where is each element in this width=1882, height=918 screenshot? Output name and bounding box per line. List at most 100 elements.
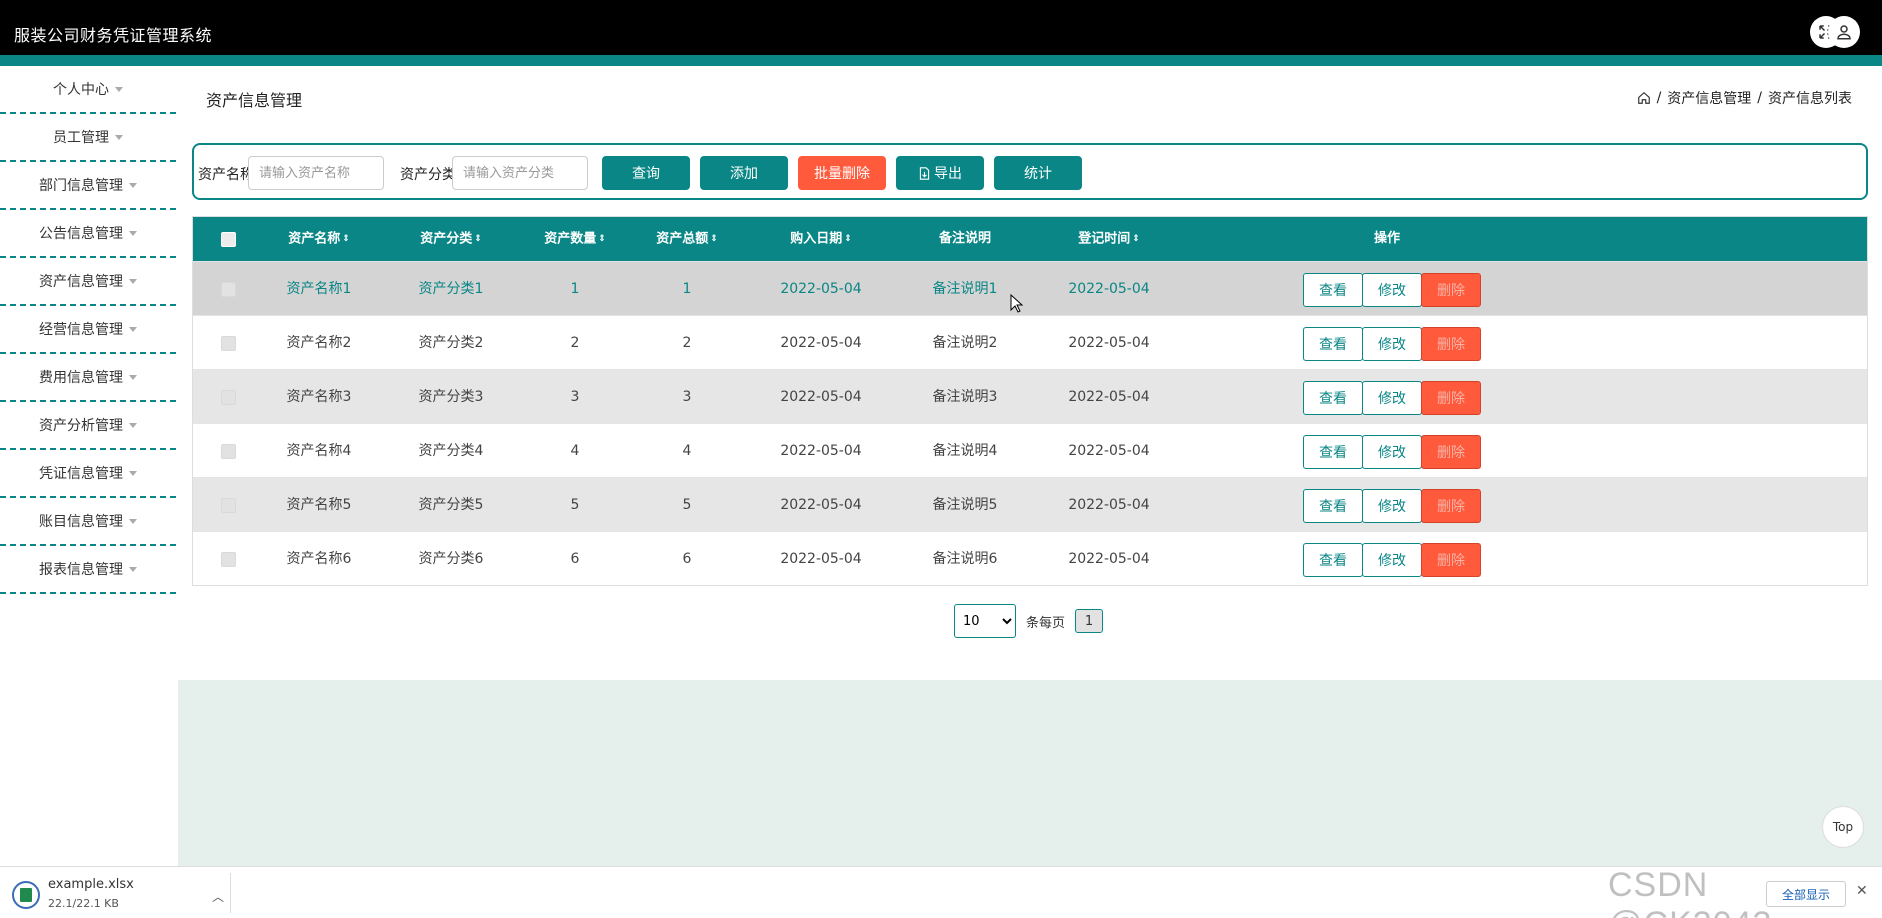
page-title: 资产信息管理 (206, 91, 303, 110)
sort-icon[interactable]: ⇕ (342, 217, 350, 261)
download-item[interactable]: example.xlsx 22.1/22.1 KB ︿ (12, 875, 230, 913)
sidebar-item[interactable]: 账目信息管理 (0, 498, 176, 546)
column-header[interactable]: 资产数量 ⇕ (515, 217, 635, 261)
table-cell: 2022-05-04 (1068, 281, 1150, 297)
download-file-name: example.xlsx (48, 877, 134, 892)
edit-button[interactable]: 修改 (1362, 435, 1422, 469)
column-header[interactable]: 资产总额 ⇕ (627, 217, 747, 261)
batch-delete-button[interactable]: 批量删除 (798, 156, 886, 190)
sidebar-item[interactable]: 资产分析管理 (0, 402, 176, 450)
table-cell: 资产分类2 (418, 335, 484, 351)
view-button[interactable]: 查看 (1303, 489, 1363, 523)
table-header: 资产名称 ⇕ 资产分类 ⇕ 资产数量 ⇕ 资产总额 ⇕ 购入日期 ⇕ 备注说明 登记时间 ⇕ 操作 (193, 217, 1867, 261)
app-title: 服装公司财务凭证管理系统 (14, 26, 213, 45)
view-button[interactable]: 查看 (1303, 435, 1363, 469)
sidebar-item-label: 凭证信息管理 (39, 466, 123, 482)
table-row: 资产名称5 资产分类5 5 5 2022-05-04 备注说明5 2022-05-04 查看修… (193, 477, 1867, 531)
mouse-cursor-icon (1010, 294, 1024, 313)
table-cell: 资产分类3 (418, 389, 484, 405)
table-cell: 资产分类6 (418, 551, 484, 567)
download-file-size: 22.1/22.1 KB (48, 897, 119, 910)
watermark: CSDN @CK3043 (1608, 866, 1771, 918)
batch-delete-button-label: 批量删除 (814, 166, 870, 182)
delete-button[interactable]: 删除 (1421, 543, 1481, 577)
table-cell: 2022-05-04 (1068, 497, 1150, 513)
asset-name-input[interactable] (248, 156, 384, 190)
sort-icon[interactable]: ⇕ (474, 217, 482, 261)
sidebar-item[interactable]: 个人中心 (0, 66, 176, 114)
sidebar-item[interactable]: 资产信息管理 (0, 258, 176, 306)
row-checkbox[interactable] (221, 282, 236, 297)
sort-icon[interactable]: ⇕ (844, 217, 852, 261)
delete-button[interactable]: 删除 (1421, 327, 1481, 361)
view-button[interactable]: 查看 (1303, 381, 1363, 415)
table-cell: 备注说明4 (932, 443, 998, 459)
row-checkbox[interactable] (221, 552, 236, 567)
view-button[interactable]: 查看 (1303, 273, 1363, 307)
per-page-label: 条每页 (1026, 615, 1066, 631)
table-cell: 2022-05-04 (780, 281, 862, 297)
export-button[interactable]: 导出 (896, 156, 984, 190)
home-icon[interactable] (1637, 91, 1651, 105)
sidebar-item[interactable]: 经营信息管理 (0, 306, 176, 354)
edit-button[interactable]: 修改 (1362, 489, 1422, 523)
table-cell: 资产分类5 (418, 497, 484, 513)
chevron-up-icon[interactable]: ︿ (212, 888, 224, 905)
stats-button[interactable]: 统计 (994, 156, 1082, 190)
row-checkbox[interactable] (221, 390, 236, 405)
edit-button[interactable]: 修改 (1362, 381, 1422, 415)
user-icon (1837, 25, 1851, 40)
asset-table: 资产名称 ⇕ 资产分类 ⇕ 资产数量 ⇕ 资产总额 ⇕ 购入日期 ⇕ 备注说明 登记时间 ⇕ 操作 资产名… (192, 216, 1868, 586)
asset-name-label: 资产名称 (198, 167, 254, 183)
view-button[interactable]: 查看 (1303, 543, 1363, 577)
back-to-top-button[interactable]: Top (1822, 806, 1864, 848)
column-header[interactable]: 资产分类 ⇕ (391, 217, 511, 261)
sidebar-item-label: 费用信息管理 (39, 370, 123, 386)
add-button[interactable]: 添加 (700, 156, 788, 190)
column-header-label: 资产总额 (656, 231, 709, 247)
delete-button[interactable]: 删除 (1421, 381, 1481, 415)
page-button[interactable]: 1 (1075, 609, 1104, 633)
table-cell: 2022-05-04 (780, 497, 862, 513)
table-cell: 2 (682, 335, 692, 351)
sidebar-item-label: 部门信息管理 (39, 178, 123, 194)
sort-icon[interactable]: ⇕ (598, 217, 606, 261)
downloads-bar: example.xlsx 22.1/22.1 KB ︿ 全部显示 ✕ (0, 866, 1882, 918)
view-button[interactable]: 查看 (1303, 327, 1363, 361)
sidebar-item[interactable]: 公告信息管理 (0, 210, 176, 258)
sidebar-item[interactable]: 费用信息管理 (0, 354, 176, 402)
sort-icon[interactable]: ⇕ (710, 217, 718, 261)
sidebar-item[interactable]: 员工管理 (0, 114, 176, 162)
sidebar-item[interactable]: 报表信息管理 (0, 546, 176, 594)
column-header[interactable]: 购入日期 ⇕ (761, 217, 881, 261)
row-checkbox[interactable] (221, 498, 236, 513)
table-cell: 备注说明6 (932, 551, 998, 567)
table-cell: 资产名称2 (286, 335, 352, 351)
page-size-select[interactable]: 10 (954, 604, 1016, 638)
delete-button[interactable]: 删除 (1421, 489, 1481, 523)
row-checkbox[interactable] (221, 444, 236, 459)
sidebar-item[interactable]: 部门信息管理 (0, 162, 176, 210)
sidebar-item[interactable]: 凭证信息管理 (0, 450, 176, 498)
add-button-label: 添加 (730, 166, 758, 182)
column-header[interactable]: 登记时间 ⇕ (1049, 217, 1169, 261)
table-cell: 4 (682, 443, 692, 459)
edit-button[interactable]: 修改 (1362, 273, 1422, 307)
user-button[interactable] (1828, 16, 1860, 48)
edit-button[interactable]: 修改 (1362, 543, 1422, 577)
caret-down-icon (129, 183, 137, 188)
delete-button[interactable]: 删除 (1421, 273, 1481, 307)
delete-button[interactable]: 删除 (1421, 435, 1481, 469)
breadcrumb-item-asset-management[interactable]: 资产信息管理 (1667, 88, 1751, 108)
row-checkbox[interactable] (221, 336, 236, 351)
column-header-label: 资产分类 (420, 231, 473, 247)
sort-icon[interactable]: ⇕ (1132, 217, 1140, 261)
column-header[interactable]: 资产名称 ⇕ (259, 217, 379, 261)
asset-category-input[interactable] (452, 156, 588, 190)
sidebar-item-label: 员工管理 (53, 130, 109, 146)
edit-button[interactable]: 修改 (1362, 327, 1422, 361)
table-cell: 资产名称1 (286, 281, 352, 297)
select-all-checkbox[interactable] (221, 232, 236, 247)
table-cell: 2022-05-04 (1068, 551, 1150, 567)
query-button[interactable]: 查询 (602, 156, 690, 190)
